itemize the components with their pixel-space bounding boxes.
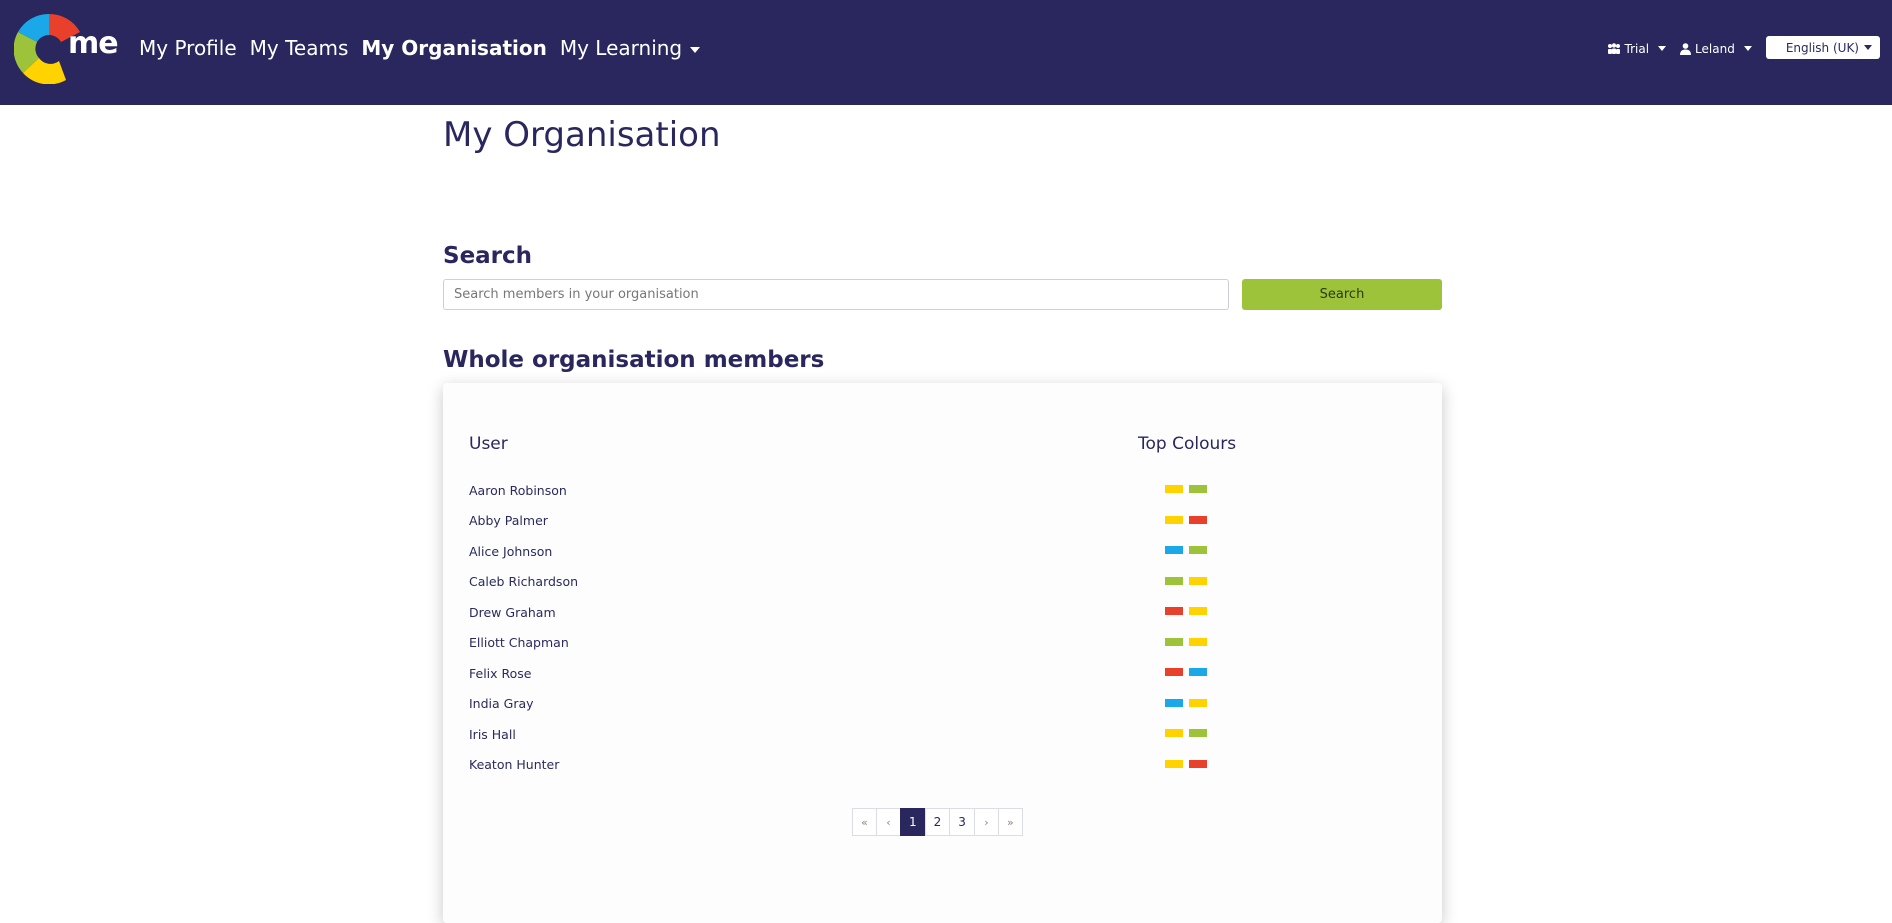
- search-heading: Search: [443, 243, 533, 269]
- member-name[interactable]: Felix Rose: [469, 666, 532, 681]
- colour-swatch-green: [1189, 546, 1207, 554]
- nav-my-learning[interactable]: My Learning: [559, 36, 701, 60]
- colour-swatch-blue: [1165, 698, 1183, 707]
- pagination-next[interactable]: ›: [973, 808, 999, 836]
- user-dropdown[interactable]: Leland: [1680, 42, 1752, 56]
- nav-my-profile[interactable]: My Profile: [139, 36, 237, 60]
- member-name[interactable]: Abby Palmer: [469, 513, 548, 528]
- member-name[interactable]: Drew Graham: [469, 605, 556, 620]
- chevron-down-icon: [1658, 46, 1667, 51]
- top-colours: [1165, 515, 1207, 524]
- main-nav: My Profile My Teams My Organisation My L…: [139, 36, 701, 60]
- table-row[interactable]: Elliott Chapman: [469, 628, 1369, 659]
- colour-swatch-yellow: [1189, 698, 1207, 707]
- top-navbar: me My Profile My Teams My Organisation M…: [0, 0, 1892, 105]
- colour-swatch-blue: [1165, 546, 1183, 554]
- members-heading: Whole organisation members: [443, 347, 825, 373]
- colour-swatch-green: [1165, 637, 1183, 646]
- user-icon: [1680, 42, 1692, 55]
- nav-my-organisation[interactable]: My Organisation: [361, 36, 546, 60]
- colour-swatch-red: [1189, 515, 1207, 524]
- colour-swatch-red: [1189, 759, 1207, 768]
- colour-swatch-red: [1165, 668, 1183, 676]
- colour-swatch-yellow: [1165, 759, 1183, 768]
- table-row[interactable]: Drew Graham: [469, 597, 1369, 628]
- top-colours: [1165, 759, 1207, 768]
- trial-dropdown[interactable]: Trial: [1607, 42, 1667, 56]
- top-colours: [1165, 668, 1207, 676]
- chevron-down-icon: [690, 46, 701, 53]
- top-colours: [1165, 576, 1207, 585]
- pagination-page-2[interactable]: 2: [924, 808, 951, 836]
- member-name[interactable]: Keaton Hunter: [469, 757, 559, 772]
- colour-swatch-yellow: [1189, 576, 1207, 585]
- language-select[interactable]: English (UK): [1765, 36, 1880, 59]
- top-colours: [1165, 485, 1207, 493]
- table-row[interactable]: Aaron Robinson: [469, 475, 1369, 506]
- trial-label: Trial: [1624, 41, 1650, 56]
- top-colours: [1165, 607, 1207, 615]
- user-nav: Trial Leland English (UK): [1607, 36, 1880, 59]
- top-colours: [1165, 546, 1207, 554]
- member-name[interactable]: Iris Hall: [469, 727, 516, 742]
- table-row[interactable]: Felix Rose: [469, 658, 1369, 689]
- user-label: Leland: [1695, 41, 1735, 56]
- table-row[interactable]: India Gray: [469, 689, 1369, 720]
- top-colours: [1165, 698, 1207, 707]
- colour-swatch-yellow: [1189, 607, 1207, 615]
- member-name[interactable]: Alice Johnson: [469, 544, 552, 559]
- colour-swatch-yellow: [1165, 729, 1183, 737]
- colour-swatch-green: [1189, 485, 1207, 493]
- member-name[interactable]: Elliott Chapman: [469, 635, 569, 650]
- chevron-down-icon: [1864, 45, 1872, 50]
- page-title: My Organisation: [443, 115, 721, 155]
- top-colours: [1165, 729, 1207, 737]
- table-row[interactable]: Alice Johnson: [469, 536, 1369, 567]
- table-row[interactable]: Iris Hall: [469, 719, 1369, 750]
- colour-swatch-green: [1189, 729, 1207, 737]
- member-name[interactable]: India Gray: [469, 696, 534, 711]
- table-row[interactable]: Abby Palmer: [469, 506, 1369, 537]
- column-header-top-colours: Top Colours: [1138, 434, 1237, 454]
- table-row[interactable]: Keaton Hunter: [469, 750, 1369, 781]
- chevron-down-icon: [1743, 46, 1752, 51]
- colour-swatch-red: [1165, 607, 1183, 615]
- table-row[interactable]: Caleb Richardson: [469, 567, 1369, 598]
- nav-my-learning-label: My Learning: [559, 36, 683, 60]
- member-name[interactable]: Caleb Richardson: [469, 574, 578, 589]
- colour-swatch-yellow: [1165, 485, 1183, 493]
- colour-swatch-yellow: [1189, 637, 1207, 646]
- group-icon: [1607, 43, 1620, 54]
- language-label: English (UK): [1785, 40, 1859, 55]
- members-list: Aaron Robinson Abby Palmer Alice Johnson…: [469, 475, 1369, 780]
- logo-text[interactable]: me: [68, 26, 119, 61]
- top-colours: [1165, 637, 1207, 646]
- pagination-last[interactable]: »: [997, 808, 1023, 836]
- members-card: User Top Colours Aaron Robinson Abby Pal…: [443, 383, 1442, 923]
- pagination-page-3[interactable]: 3: [949, 808, 975, 836]
- colour-swatch-yellow: [1165, 515, 1183, 524]
- pagination-prev[interactable]: ‹: [876, 808, 901, 836]
- search-input[interactable]: [443, 279, 1229, 310]
- colour-swatch-green: [1165, 576, 1183, 585]
- pagination: « ‹ 1 2 3 › »: [852, 808, 1023, 836]
- colour-swatch-blue: [1189, 668, 1207, 676]
- search-button[interactable]: Search: [1242, 279, 1442, 310]
- column-header-user: User: [469, 434, 508, 454]
- member-name[interactable]: Aaron Robinson: [469, 483, 567, 498]
- nav-my-teams[interactable]: My Teams: [250, 36, 349, 60]
- pagination-first[interactable]: «: [852, 808, 877, 836]
- pagination-page-1[interactable]: 1: [900, 808, 926, 836]
